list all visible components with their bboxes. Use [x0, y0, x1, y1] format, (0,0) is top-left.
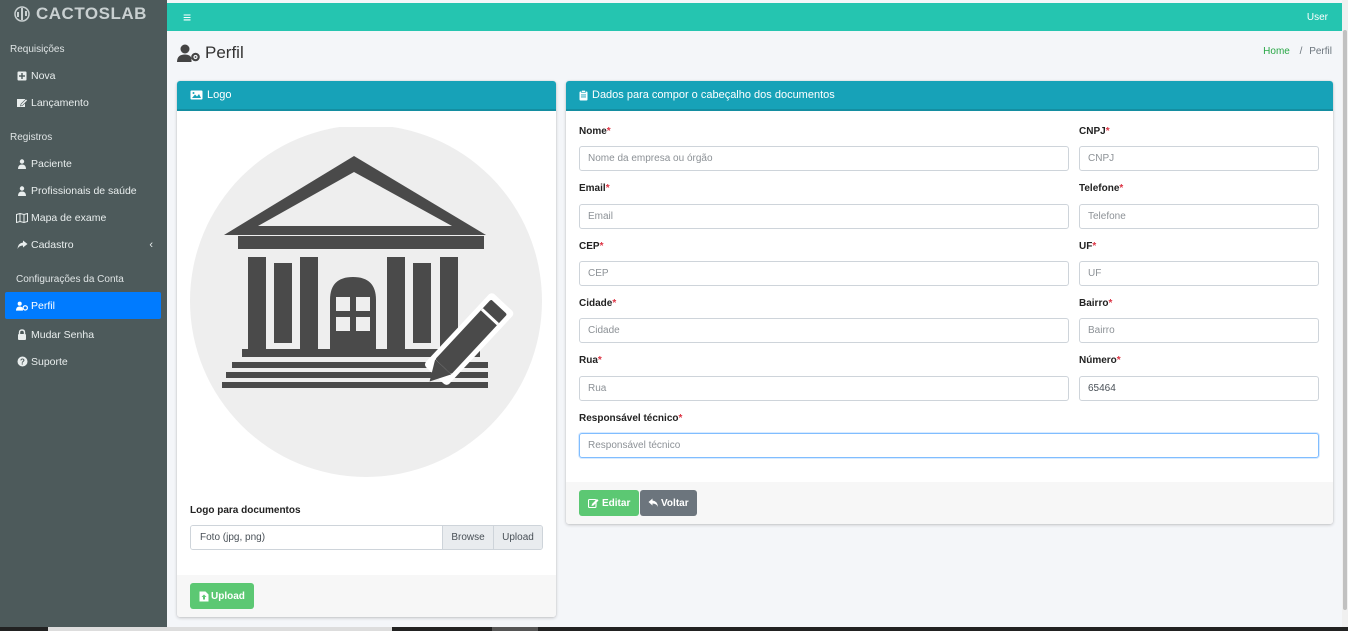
- image-icon: [190, 90, 203, 100]
- upload-button-label: Upload: [211, 590, 245, 602]
- sidebar-item-profissionais[interactable]: Profissionais de saúde: [0, 177, 167, 204]
- cep-label: CEP*: [579, 241, 604, 252]
- cactus-logo-icon: [14, 6, 30, 22]
- user-cog-icon: [16, 300, 28, 312]
- bairro-label: Bairro*: [1079, 298, 1113, 309]
- logo-label: Logo para documentos: [190, 505, 301, 516]
- bars-icon[interactable]: ≡: [183, 9, 191, 25]
- taskbar-segment: [492, 627, 538, 631]
- sidebar-item-mapa-de-exame[interactable]: Mapa de exame: [0, 204, 167, 231]
- share-icon: [16, 239, 28, 251]
- top-navbar: ≡ User: [167, 3, 1342, 31]
- edit-icon: [588, 498, 599, 508]
- menu-header-configuracoes: Configurações da Conta: [16, 274, 124, 285]
- logo-card-title: Logo: [207, 89, 232, 101]
- file-input-text[interactable]: Foto (jpg, png): [191, 526, 442, 549]
- edit-button-label: Editar: [602, 497, 631, 509]
- sidebar-item-nova[interactable]: Nova: [0, 62, 167, 89]
- taskbar-segment: [48, 627, 392, 631]
- brand-name: CACTOSLAB: [36, 4, 147, 23]
- plus-square-icon: [16, 70, 28, 82]
- scrollbar-thumb[interactable]: [1343, 30, 1347, 610]
- back-button-label: Voltar: [661, 497, 689, 509]
- logo-card-footer: Upload: [177, 575, 556, 617]
- rua-label: Rua*: [579, 355, 602, 366]
- responsavel-tecnico-input[interactable]: [579, 433, 1319, 458]
- sidebar-item-label: Nova: [31, 69, 56, 82]
- sidebar-item-suporte[interactable]: ? Suporte: [0, 348, 167, 375]
- upload-button[interactable]: Upload: [190, 583, 254, 609]
- sidebar-item-label: Mapa de exame: [31, 211, 107, 224]
- lock-icon: [16, 329, 28, 341]
- responsavel-label: Responsável técnico*: [579, 413, 683, 424]
- user-md-icon: [16, 185, 28, 197]
- sidebar-item-label: Suporte: [31, 355, 68, 368]
- logo-card-header: Logo: [177, 81, 556, 111]
- user-cog-icon: [177, 44, 200, 62]
- sidebar-item-label: Perfil: [31, 299, 55, 312]
- email-input[interactable]: [579, 204, 1069, 229]
- sidebar-item-perfil[interactable]: Perfil: [5, 292, 161, 319]
- menu-header-requisicoes: Requisições: [10, 44, 65, 55]
- menu-header-registros: Registros: [10, 132, 53, 143]
- map-icon: [16, 212, 28, 224]
- user-menu[interactable]: User: [1307, 12, 1328, 23]
- cnpj-input[interactable]: [1079, 146, 1319, 171]
- breadcrumb-separator: /: [1299, 46, 1303, 57]
- taskbar-strip: [0, 627, 1348, 631]
- form-card-header: Dados para compor o cabeçalho dos docume…: [566, 81, 1333, 111]
- sidebar-item-label: Mudar Senha: [31, 328, 95, 341]
- reply-icon: [648, 498, 658, 507]
- numero-label: Número*: [1079, 355, 1121, 366]
- uf-label: UF*: [1079, 241, 1097, 252]
- sidebar-item-cadastro[interactable]: Cadastro ‹: [0, 231, 167, 258]
- telefone-label: Telefone*: [1079, 183, 1124, 194]
- question-circle-icon: ?: [16, 356, 28, 368]
- user-injured-icon: [16, 158, 28, 170]
- svg-text:?: ?: [20, 357, 25, 366]
- sidebar-item-label: Paciente: [31, 157, 72, 170]
- cidade-input[interactable]: [579, 318, 1069, 343]
- logo-file-input[interactable]: Foto (jpg, png) Browse Upload: [190, 525, 543, 550]
- sidebar-item-mudar-senha[interactable]: Mudar Senha: [0, 321, 167, 348]
- bairro-input[interactable]: [1079, 318, 1319, 343]
- building-edit-logo-image: [190, 125, 542, 477]
- nome-label: Nome*: [579, 126, 611, 137]
- browse-button[interactable]: Browse: [442, 526, 493, 549]
- upload-inline-button[interactable]: Upload: [493, 526, 542, 549]
- page-title-text: Perfil: [205, 43, 244, 62]
- rua-input[interactable]: [579, 376, 1069, 401]
- file-upload-icon: [199, 591, 209, 601]
- sidebar-item-paciente[interactable]: Paciente: [0, 150, 167, 177]
- back-button[interactable]: Voltar: [640, 490, 697, 516]
- form-card-title: Dados para compor o cabeçalho dos docume…: [592, 89, 835, 101]
- sidebar-item-label: Lançamento: [31, 96, 89, 109]
- cnpj-label: CNPJ*: [1079, 126, 1110, 137]
- sidebar: CACTOSLAB Requisições Nova Lançamento Re…: [0, 0, 167, 631]
- breadcrumb-home-link[interactable]: Home: [1263, 46, 1290, 57]
- cidade-label: Cidade*: [579, 298, 617, 309]
- edit-icon: [16, 97, 28, 109]
- page-title: Perfil: [177, 43, 244, 63]
- sidebar-item-lancamento[interactable]: Lançamento: [0, 89, 167, 116]
- numero-input[interactable]: [1079, 376, 1319, 401]
- edit-button[interactable]: Editar: [579, 490, 640, 516]
- clipboard-icon: [579, 89, 588, 100]
- chevron-left-icon: ‹: [149, 238, 153, 251]
- nome-input[interactable]: [579, 146, 1069, 171]
- telefone-input[interactable]: [1079, 204, 1319, 229]
- form-card-footer: Editar Voltar: [566, 482, 1333, 524]
- email-label: Email*: [579, 183, 610, 194]
- logo-card: Logo Logo para documentos Foto (jpg, png…: [177, 81, 556, 617]
- document-header-card: Dados para compor o cabeçalho dos docume…: [566, 81, 1333, 524]
- breadcrumb: Home / Perfil: [1263, 46, 1332, 57]
- uf-input[interactable]: [1079, 261, 1319, 286]
- sidebar-item-label: Profissionais de saúde: [31, 184, 137, 197]
- brand[interactable]: CACTOSLAB: [0, 0, 167, 28]
- cep-input[interactable]: [579, 261, 1069, 286]
- sidebar-item-label: Cadastro: [31, 238, 74, 251]
- breadcrumb-current: Perfil: [1309, 46, 1332, 57]
